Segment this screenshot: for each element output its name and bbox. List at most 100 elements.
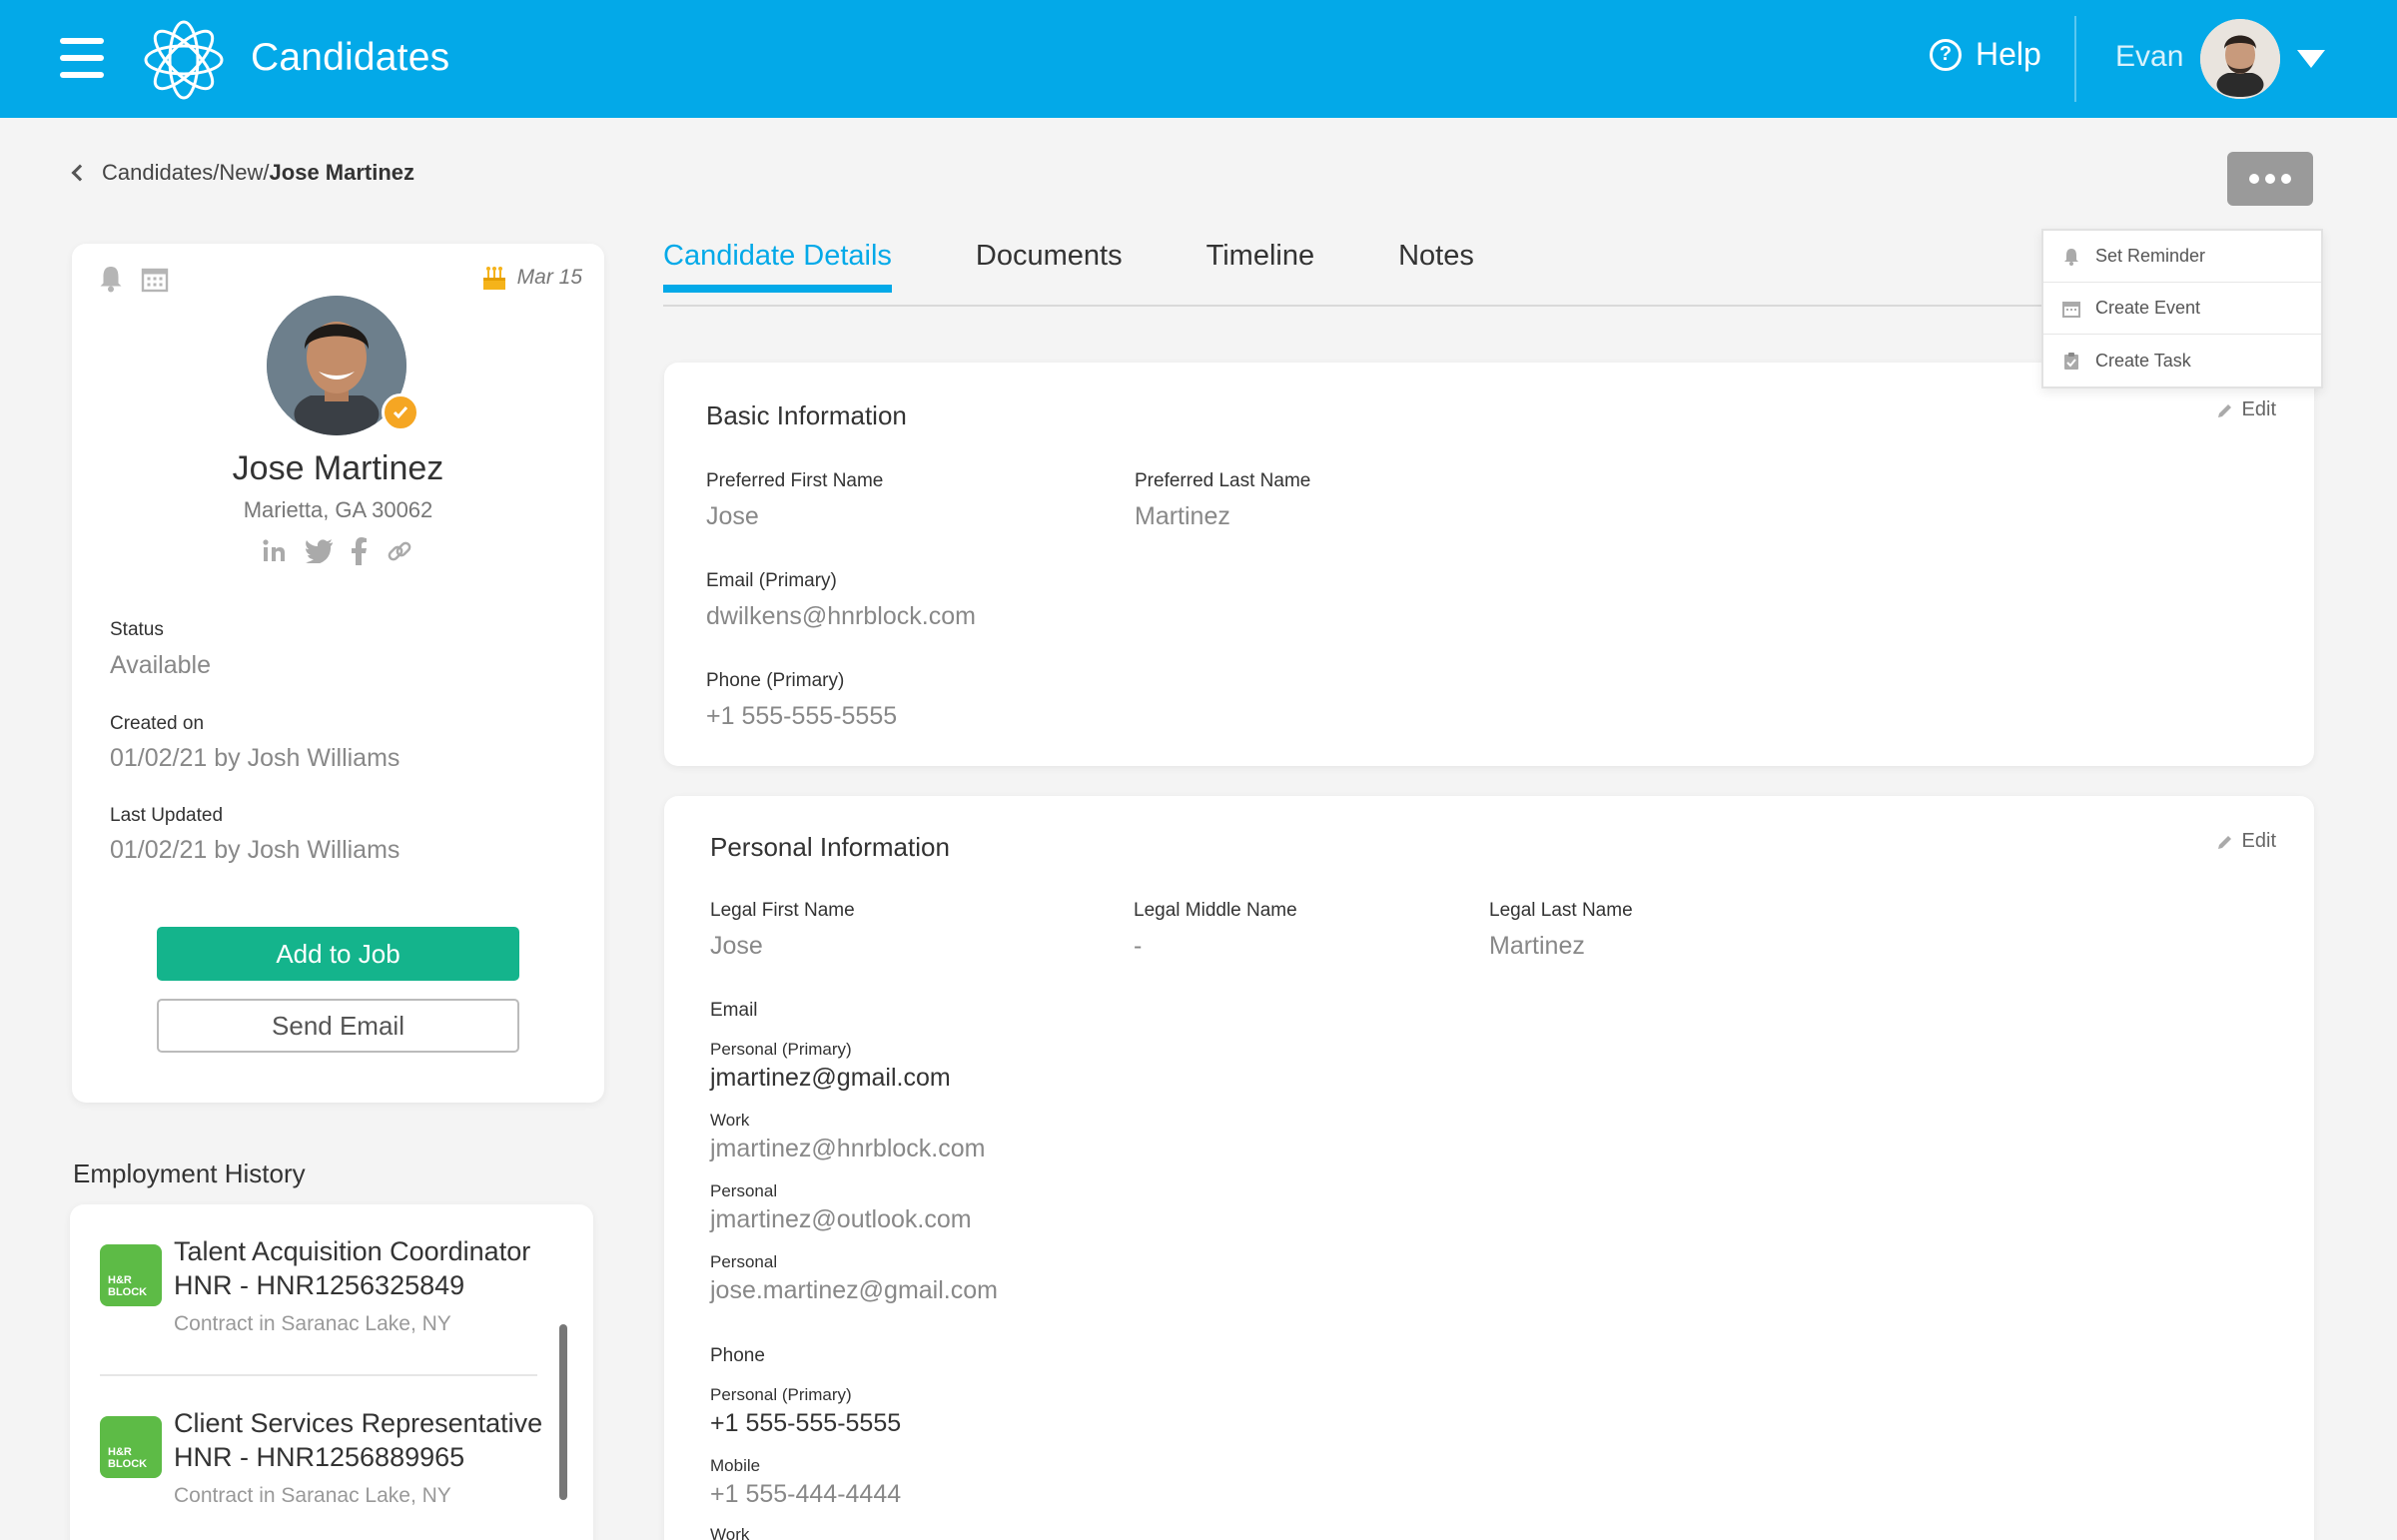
menu-item-label: Create Task <box>2095 350 2191 371</box>
edit-label: Edit <box>2241 830 2276 852</box>
edit-label: Edit <box>2241 398 2276 420</box>
employment-meta: Contract in Saranac Lake, NY <box>174 1312 451 1335</box>
employment-history-card: H&R BLOCK Talent Acquisition Coordinator… <box>70 1204 593 1540</box>
pencil-icon <box>2217 835 2231 849</box>
field-value: Martinez <box>1489 932 1585 960</box>
field-label: Email (Primary) <box>706 570 837 591</box>
basic-information-card: Basic Information Edit Preferred First N… <box>664 363 2314 766</box>
menu-item-create-task[interactable]: Create Task <box>2043 335 2321 386</box>
edit-basic-info-button[interactable]: Edit <box>2216 398 2276 421</box>
employment-meta: Contract in Saranac Lake, NY <box>174 1484 451 1507</box>
field-sublabel: Personal <box>710 1181 778 1200</box>
tab-documents[interactable]: Documents <box>976 240 1123 293</box>
field-value: +1 555-555-5555 <box>706 702 898 730</box>
menu-item-label: Create Event <box>2095 298 2201 318</box>
tab-bar: Candidate Details Documents Timeline Not… <box>663 240 1558 293</box>
user-name: Evan <box>2115 40 2184 73</box>
back-chevron-icon[interactable] <box>71 164 89 182</box>
field-label: Legal Last Name <box>1489 900 1633 921</box>
clipboard-icon <box>2064 353 2078 370</box>
field-sublabel: Work <box>710 1525 750 1540</box>
field-sublabel: Work <box>710 1111 750 1130</box>
profile-card: Mar 15 Jose Martinez Marietta, GA 30062 … <box>72 244 604 1103</box>
field-value: Jose <box>706 502 759 530</box>
app-title: Candidates <box>251 36 450 79</box>
menu-icon[interactable] <box>60 38 104 78</box>
logo-icon <box>144 20 224 100</box>
birthday-date-text: Mar 15 <box>516 266 582 289</box>
field-label: Phone (Primary) <box>706 670 845 691</box>
twitter-icon[interactable] <box>306 539 334 563</box>
field-label: Legal Middle Name <box>1134 900 1297 921</box>
breadcrumb-current: Jose Martinez <box>269 160 415 185</box>
social-links <box>262 537 413 565</box>
field-value: +1 555-444-4444 <box>710 1480 902 1508</box>
field-value: +1 555-555-5555 <box>710 1409 902 1437</box>
more-options-button[interactable] <box>2227 152 2313 206</box>
tab-notes[interactable]: Notes <box>1398 240 1474 293</box>
header-divider <box>2074 16 2076 102</box>
calendar-icon[interactable] <box>140 264 170 294</box>
employment-role: Client Services Representative <box>174 1408 543 1438</box>
facebook-icon[interactable] <box>352 537 368 565</box>
field-value: - <box>1134 932 1143 960</box>
tab-candidate-details[interactable]: Candidate Details <box>663 240 892 293</box>
calendar-icon <box>2062 301 2080 318</box>
employment-id: HNR - HNR1256889965 <box>174 1442 465 1472</box>
section-title: Personal Information <box>710 832 950 862</box>
field-value: dwilkens@hnrblock.com <box>706 602 976 630</box>
user-avatar[interactable] <box>2200 19 2280 99</box>
birthday-date: Mar 15 <box>481 264 582 292</box>
field-sublabel: Personal (Primary) <box>710 1040 852 1059</box>
tab-divider <box>663 305 2047 307</box>
menu-item-create-event[interactable]: Create Event <box>2043 283 2321 335</box>
company-logo: H&R BLOCK <box>100 1416 162 1478</box>
employment-role: Talent Acquisition Coordinator <box>174 1236 531 1266</box>
field-label: Email <box>710 1000 758 1021</box>
more-options-menu: Set Reminder Create Event Create Task <box>2041 229 2323 388</box>
link-icon[interactable] <box>386 537 413 565</box>
birthday-cake-icon <box>482 267 505 290</box>
tab-timeline[interactable]: Timeline <box>1206 240 1315 293</box>
field-value: jmartinez@hnrblock.com <box>710 1135 986 1162</box>
add-to-job-button[interactable]: Add to Job <box>157 927 519 981</box>
updated-value: 01/02/21 by Josh Williams <box>110 836 400 864</box>
employment-id: HNR - HNR1256325849 <box>174 1270 465 1300</box>
field-label: Preferred First Name <box>706 470 884 491</box>
section-title: Basic Information <box>706 400 907 430</box>
field-sublabel: Personal (Primary) <box>710 1385 852 1404</box>
help-button[interactable]: ? Help <box>1930 36 2041 73</box>
field-label: Preferred Last Name <box>1135 470 1311 491</box>
field-value: jmartinez@gmail.com <box>710 1064 951 1092</box>
menu-item-set-reminder[interactable]: Set Reminder <box>2043 231 2321 283</box>
send-email-button[interactable]: Send Email <box>157 999 519 1053</box>
help-label: Help <box>1976 36 2041 72</box>
field-label: Phone <box>710 1345 765 1366</box>
breadcrumb: Candidates/New/ Jose Martinez <box>70 160 414 186</box>
field-sublabel: Personal <box>710 1252 778 1271</box>
bell-icon <box>2064 248 2078 266</box>
edit-personal-info-button[interactable]: Edit <box>2216 830 2276 853</box>
status-label: Status <box>110 619 164 640</box>
field-sublabel: Mobile <box>710 1456 761 1475</box>
breadcrumb-path[interactable]: Candidates/New/ <box>102 160 270 186</box>
created-value: 01/02/21 by Josh Williams <box>110 744 400 772</box>
field-value: jose.martinez@gmail.com <box>710 1276 998 1304</box>
employment-scrollbar[interactable] <box>559 1324 567 1500</box>
menu-item-label: Set Reminder <box>2095 246 2206 266</box>
employment-history-title: Employment History <box>73 1158 306 1188</box>
field-value: Jose <box>710 932 763 960</box>
divider <box>100 1374 537 1376</box>
help-icon: ? <box>1930 38 1962 71</box>
user-menu-chevron-down-icon[interactable] <box>2297 50 2325 68</box>
linkedin-icon[interactable] <box>262 538 288 564</box>
candidate-name: Jose Martinez <box>232 449 444 487</box>
top-bar: Candidates ? Help Evan <box>0 0 2397 118</box>
field-value: jmartinez@outlook.com <box>710 1205 972 1233</box>
personal-information-card: Personal Information Edit Legal First Na… <box>664 796 2314 1540</box>
field-label: Legal First Name <box>710 900 855 921</box>
field-value: Martinez <box>1135 502 1230 530</box>
bell-icon[interactable] <box>96 264 126 294</box>
status-value: Available <box>110 651 212 679</box>
candidate-location: Marietta, GA 30062 <box>243 497 433 522</box>
